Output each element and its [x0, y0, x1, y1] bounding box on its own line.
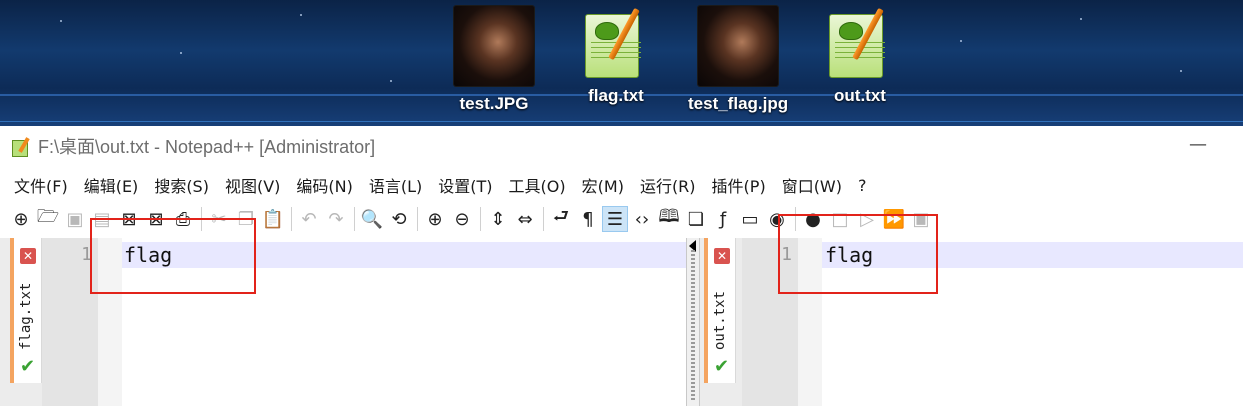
- sync-vertical-icon[interactable]: ⇕: [485, 206, 511, 232]
- save-icon[interactable]: ▣: [62, 206, 88, 232]
- desktop-icon-flag-txt[interactable]: flag.txt: [566, 6, 666, 106]
- menu-plugins[interactable]: 插件(P): [710, 171, 768, 199]
- menu-file[interactable]: 文件(F): [12, 171, 70, 199]
- tab-label: out.txt: [712, 290, 728, 350]
- saved-check-icon: ✔: [714, 356, 730, 377]
- desktop-icon-label: flag.txt: [588, 86, 644, 105]
- show-all-chars-icon[interactable]: ¶: [575, 206, 601, 232]
- close-tab-icon[interactable]: ✕: [20, 248, 36, 264]
- desktop-icon-test-jpg[interactable]: test.JPG: [444, 6, 544, 114]
- menu-bar: 文件(F) 编辑(E) 搜索(S) 视图(V) 编码(N) 语言(L) 设置(T…: [0, 168, 1243, 202]
- image-thumbnail: [454, 6, 534, 86]
- split-divider[interactable]: [686, 238, 700, 406]
- document-list-icon[interactable]: ❏: [683, 206, 709, 232]
- notepad-file-icon: [583, 6, 649, 78]
- star: [300, 14, 302, 16]
- desktop-icon-test-flag-jpg[interactable]: test_flag.jpg: [688, 6, 788, 114]
- word-wrap-icon[interactable]: ⮐: [548, 206, 574, 232]
- star: [1180, 70, 1182, 72]
- desktop-background: test.JPG flag.txt test_flag.jpg out.txt: [0, 0, 1243, 126]
- toolbar-separator: [354, 207, 355, 231]
- redo-icon[interactable]: ↷: [323, 206, 349, 232]
- star: [180, 52, 182, 54]
- tab-label: flag.txt: [18, 282, 34, 350]
- menu-macro[interactable]: 宏(M): [580, 171, 626, 199]
- star: [960, 40, 962, 42]
- paste-icon[interactable]: 📋: [260, 206, 286, 232]
- tab-accent: [10, 238, 14, 383]
- desktop-icon-out-txt[interactable]: out.txt: [810, 6, 910, 106]
- drag-handle[interactable]: [691, 250, 695, 402]
- window-title: F:\桌面\out.txt - Notepad++ [Administrator…: [38, 137, 376, 157]
- close-tab-icon[interactable]: ✕: [714, 248, 730, 264]
- line-number: 1: [81, 244, 92, 265]
- notepad-plus-plus-icon: [12, 137, 30, 157]
- indent-guide-icon[interactable]: ☰: [602, 206, 628, 232]
- minimize-button[interactable]: —: [1187, 134, 1209, 156]
- desktop-icon-label: out.txt: [834, 86, 886, 105]
- menu-edit[interactable]: 编辑(E): [82, 171, 141, 199]
- menu-search[interactable]: 搜索(S): [152, 171, 211, 199]
- function-list-icon[interactable]: ƒ: [710, 206, 736, 232]
- document-map-icon[interactable]: 🕮: [656, 206, 682, 232]
- window-title-bar[interactable]: F:\桌面\out.txt - Notepad++ [Administrator…: [0, 126, 1243, 166]
- menu-run[interactable]: 运行(R): [638, 171, 698, 199]
- toolbar-separator: [480, 207, 481, 231]
- desktop-line: [0, 121, 1243, 122]
- menu-help[interactable]: ?: [856, 174, 869, 197]
- tab-accent: [704, 238, 708, 383]
- toolbar-separator: [543, 207, 544, 231]
- menu-tools[interactable]: 工具(O): [507, 171, 568, 199]
- image-thumbnail: [698, 6, 778, 86]
- menu-settings[interactable]: 设置(T): [436, 171, 494, 199]
- xml-tag-icon[interactable]: ‹›: [629, 206, 655, 232]
- menu-window[interactable]: 窗口(W): [780, 171, 844, 199]
- zoom-in-icon[interactable]: ⊕: [422, 206, 448, 232]
- star: [60, 20, 62, 22]
- desktop-icon-label: test_flag.jpg: [688, 94, 789, 113]
- star: [1080, 18, 1082, 20]
- tab-out-txt[interactable]: ✕ out.txt ✔: [704, 238, 736, 383]
- desktop-icon-label: test.JPG: [459, 94, 529, 113]
- undo-icon[interactable]: ↶: [296, 206, 322, 232]
- tab-flag-txt[interactable]: ✕ flag.txt ✔: [10, 238, 42, 383]
- open-folder-icon[interactable]: 🗁: [35, 206, 61, 232]
- notepad-file-icon: [827, 6, 893, 78]
- menu-language[interactable]: 语言(L): [367, 171, 424, 199]
- highlight-box-right: [778, 214, 938, 294]
- zoom-out-icon[interactable]: ⊖: [449, 206, 475, 232]
- highlight-box-left: [90, 218, 256, 294]
- menu-encoding[interactable]: 编码(N): [294, 171, 354, 199]
- new-file-icon[interactable]: ⊕: [8, 206, 34, 232]
- folder-workspace-icon[interactable]: ▭: [737, 206, 763, 232]
- replace-icon[interactable]: ⟲: [386, 206, 412, 232]
- toolbar-separator: [417, 207, 418, 231]
- star: [390, 80, 392, 82]
- find-icon[interactable]: 🔍: [359, 206, 385, 232]
- menu-view[interactable]: 视图(V): [223, 171, 282, 199]
- toolbar-separator: [291, 207, 292, 231]
- sync-horizontal-icon[interactable]: ⇔: [512, 206, 538, 232]
- saved-check-icon: ✔: [20, 356, 36, 377]
